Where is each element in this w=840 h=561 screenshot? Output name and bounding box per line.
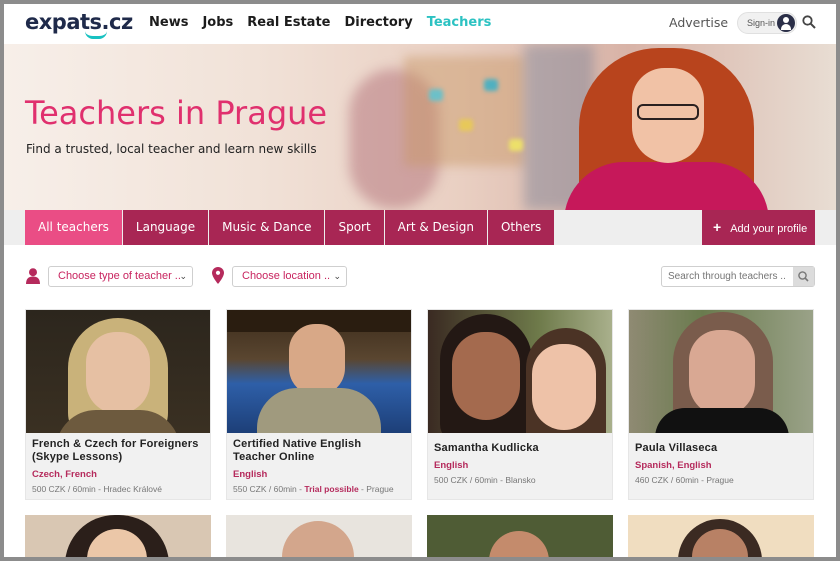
search-icon xyxy=(798,271,809,282)
category-tabs: All teachers Language Music & Dance Spor… xyxy=(25,210,555,245)
hero-note xyxy=(509,139,523,151)
page-title: Teachers in Prague xyxy=(25,94,328,132)
teacher-title[interactable]: Samantha Kudlicka xyxy=(434,442,606,455)
nav-jobs[interactable]: Jobs xyxy=(202,15,233,30)
teacher-search-button[interactable] xyxy=(793,267,814,286)
plus-icon: + xyxy=(713,219,722,235)
hero-woman-top xyxy=(564,162,769,210)
browser-page: expats.cz News Jobs Real Estate Director… xyxy=(4,4,836,557)
teacher-type-value: Choose type of teacher .. xyxy=(58,270,181,282)
teacher-card[interactable]: French & Czech for Foreigners (Skype Les… xyxy=(25,309,211,500)
teacher-price-location: 550 CZK / 60min - Trial possible - Pragu… xyxy=(233,484,405,494)
teacher-languages: Czech, French xyxy=(32,469,97,480)
teacher-card[interactable]: Certified Native English Teacher Online … xyxy=(226,309,412,500)
site-logo[interactable]: expats.cz xyxy=(25,10,133,39)
hero-note xyxy=(459,119,473,131)
teacher-title[interactable]: Paula Villaseca xyxy=(635,442,807,455)
location-value: Choose location .. xyxy=(242,270,331,282)
hero-banner: Teachers in Prague Find a trusted, local… xyxy=(4,44,836,210)
teacher-card-partial[interactable] xyxy=(628,515,814,557)
logo-text: expats.cz xyxy=(25,10,133,34)
teacher-card-partial[interactable] xyxy=(25,515,211,557)
trial-badge: Trial possible xyxy=(304,484,359,494)
add-profile-label: Add your profile xyxy=(730,223,808,235)
teacher-search-input[interactable] xyxy=(662,267,793,286)
signin-label: Sign-in xyxy=(747,18,776,28)
tab-all-teachers[interactable]: All teachers xyxy=(25,210,122,245)
tab-art-design[interactable]: Art & Design xyxy=(384,210,487,245)
teacher-search xyxy=(661,266,815,287)
teacher-photo xyxy=(629,310,813,433)
category-tabbar: All teachers Language Music & Dance Spor… xyxy=(4,210,836,245)
nav-news[interactable]: News xyxy=(149,15,188,30)
teacher-photo xyxy=(227,310,411,433)
hero-glasses xyxy=(637,104,699,120)
tab-language[interactable]: Language xyxy=(122,210,209,245)
person-icon xyxy=(26,268,40,284)
teacher-card[interactable]: Paula Villaseca Spanish, English 460 CZK… xyxy=(628,309,814,500)
signin-button[interactable]: Sign-in xyxy=(737,12,797,34)
nav-teachers[interactable]: Teachers xyxy=(427,15,492,30)
teacher-title[interactable]: French & Czech for Foreigners (Skype Les… xyxy=(32,438,204,464)
filter-bar: Choose type of teacher .. ⌄ Choose locat… xyxy=(4,262,836,292)
add-profile-button[interactable]: + Add your profile xyxy=(702,210,815,245)
teacher-title[interactable]: Certified Native English Teacher Online xyxy=(233,438,405,464)
chevron-down-icon: ⌄ xyxy=(179,271,187,281)
teacher-location: - Prague xyxy=(358,484,394,494)
hero-note xyxy=(484,79,498,91)
page-subtitle: Find a trusted, local teacher and learn … xyxy=(26,142,317,156)
teacher-card-partial[interactable] xyxy=(226,515,412,557)
nav-directory[interactable]: Directory xyxy=(344,15,412,30)
teacher-price-location: 460 CZK / 60min - Prague xyxy=(635,475,734,485)
nav-real-estate[interactable]: Real Estate xyxy=(247,15,330,30)
advertise-link[interactable]: Advertise xyxy=(669,15,728,30)
tab-others[interactable]: Others xyxy=(487,210,555,245)
location-pin-icon xyxy=(212,267,224,284)
logo-swoosh xyxy=(85,31,107,39)
main-nav: News Jobs Real Estate Directory Teachers xyxy=(149,15,491,30)
teacher-info: Samantha Kudlicka English 500 CZK / 60mi… xyxy=(434,442,606,485)
teacher-type-select[interactable]: Choose type of teacher .. ⌄ xyxy=(48,266,193,287)
teacher-photo xyxy=(428,310,612,433)
teacher-card[interactable]: Samantha Kudlicka English 500 CZK / 60mi… xyxy=(427,309,613,500)
tab-music-dance[interactable]: Music & Dance xyxy=(209,210,325,245)
teacher-card-partial[interactable] xyxy=(427,515,613,557)
tab-sport[interactable]: Sport xyxy=(325,210,384,245)
hero-note xyxy=(429,89,443,101)
teacher-info: French & Czech for Foreigners (Skype Les… xyxy=(32,438,204,494)
teacher-info: Paula Villaseca Spanish, English 460 CZK… xyxy=(635,442,807,485)
hero-bg-board xyxy=(404,56,524,166)
chevron-down-icon: ⌄ xyxy=(333,271,341,281)
teacher-languages: English xyxy=(233,469,268,480)
teacher-photo xyxy=(26,310,210,433)
user-icon xyxy=(777,14,795,32)
search-icon[interactable] xyxy=(802,15,816,29)
teacher-price: 550 CZK / 60min - xyxy=(233,484,305,494)
location-select[interactable]: Choose location .. ⌄ xyxy=(232,266,347,287)
teacher-info: Certified Native English Teacher Online … xyxy=(233,438,405,494)
teacher-price-location: 500 CZK / 60min - Hradec Králové xyxy=(32,484,162,494)
teacher-languages: Spanish, English xyxy=(635,460,712,471)
site-header: expats.cz News Jobs Real Estate Director… xyxy=(4,4,836,44)
teacher-price-location: 500 CZK / 60min - Blansko xyxy=(434,475,536,485)
teacher-languages: English xyxy=(434,460,469,471)
